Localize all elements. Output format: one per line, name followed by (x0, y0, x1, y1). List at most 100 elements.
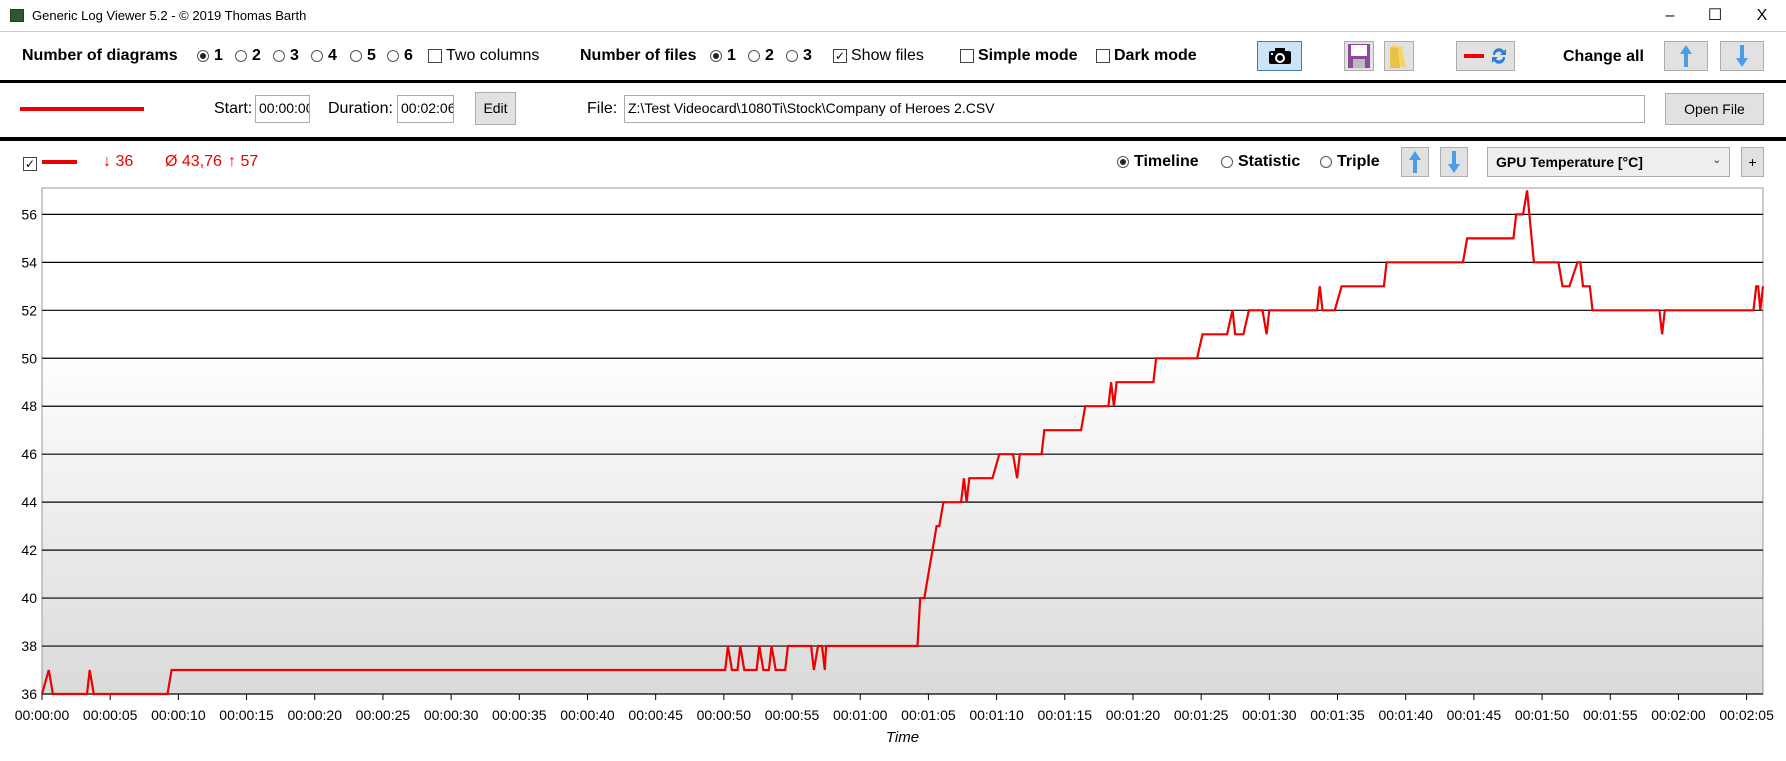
checkbox-box[interactable] (428, 48, 442, 63)
y-tick-label: 40 (21, 590, 37, 606)
x-tick-label: 00:01:15 (1038, 707, 1093, 723)
number-of-files-label: Number of files (580, 47, 697, 64)
diagram-visible-checkbox[interactable]: ✓ (23, 155, 41, 173)
maximize-button[interactable]: ☐ (1700, 4, 1730, 28)
x-tick-label: 00:00:50 (697, 707, 752, 723)
radio-button[interactable] (311, 49, 323, 62)
sensor-value: GPU Temperature [°C] (1496, 154, 1643, 170)
radio-button[interactable] (1221, 155, 1233, 168)
x-tick-label: 00:01:55 (1583, 707, 1638, 723)
diagrams-radio-1[interactable]: 1 (197, 46, 223, 66)
x-tick-label: 00:00:30 (424, 707, 479, 723)
radio-label: 6 (404, 47, 413, 64)
checkbox-box[interactable] (960, 48, 974, 63)
y-tick-label: 52 (21, 302, 37, 318)
folder-icon (1390, 45, 1406, 68)
checkbox-box[interactable]: ✓ (23, 156, 37, 171)
add-diagram-button[interactable]: + (1741, 147, 1764, 177)
x-tick-label: 00:01:25 (1174, 707, 1229, 723)
duration-input[interactable]: 00:02:06 (397, 95, 454, 123)
floppy-disk-icon (1348, 44, 1370, 68)
dark-mode-checkbox[interactable]: Dark mode (1096, 46, 1197, 66)
close-button[interactable]: X (1747, 4, 1777, 28)
x-tick-label: 00:00:05 (83, 707, 138, 723)
arrow-down-icon (1736, 45, 1748, 67)
line-chart: 36 38 40 42 44 46 48 50 52 54 56 00:00:00 00:00:05 00… (15, 187, 1774, 746)
radio-button[interactable] (235, 49, 247, 62)
two-columns-checkbox[interactable]: Two columns (428, 46, 539, 66)
window-title: Generic Log Viewer 5.2 - © 2019 Thomas B… (32, 8, 307, 23)
diagrams-radio-3[interactable]: 3 (273, 46, 299, 66)
open-file-button[interactable]: Open File (1665, 93, 1764, 125)
x-tick-label: 00:01:40 (1378, 707, 1433, 723)
radio-button[interactable] (1320, 155, 1332, 168)
edit-button[interactable]: Edit (475, 92, 516, 125)
two-columns-label: Two columns (446, 47, 540, 64)
x-tick-label: 00:01:10 (969, 707, 1024, 723)
save-button[interactable] (1344, 41, 1374, 71)
mode-radio-timeline[interactable]: Timeline (1117, 152, 1199, 172)
x-tick-label: 00:00:55 (765, 707, 820, 723)
diagrams-radio-5[interactable]: 5 (350, 46, 376, 66)
checkbox-box[interactable] (1096, 48, 1110, 63)
series-line-color[interactable] (42, 160, 77, 164)
x-tick-label: 00:00:15 (219, 707, 274, 723)
app-icon (10, 9, 24, 22)
radio-label: 1 (214, 47, 223, 64)
screenshot-button[interactable] (1257, 41, 1302, 71)
diagrams-radio-6[interactable]: 6 (387, 46, 413, 66)
radio-label: Timeline (1134, 153, 1199, 170)
radio-label: 1 (727, 47, 736, 64)
radio-button[interactable] (786, 49, 798, 62)
radio-button[interactable] (1117, 155, 1129, 168)
start-label: Start: (214, 100, 253, 117)
sensor-select[interactable]: GPU Temperature [°C] ⌄ (1487, 147, 1730, 177)
x-tick-label: 00:01:45 (1447, 707, 1502, 723)
min-value: ↓ 36 (103, 153, 134, 170)
max-value: ↑ 57 (228, 153, 259, 170)
x-tick-label: 00:02:00 (1651, 707, 1706, 723)
arrow-up-icon (1409, 151, 1421, 173)
files-radio-2[interactable]: 2 (748, 46, 774, 66)
radio-button[interactable] (273, 49, 285, 62)
x-tick-label: 00:02:05 (1719, 707, 1774, 723)
radio-button[interactable] (350, 49, 362, 62)
divider (0, 137, 1786, 141)
change-all-up-button[interactable] (1664, 41, 1708, 71)
checkbox-box[interactable]: ✓ (833, 48, 847, 63)
diagram-up-button[interactable] (1401, 147, 1429, 177)
diagrams-radio-2[interactable]: 2 (235, 46, 261, 66)
radio-button[interactable] (748, 49, 760, 62)
file-label: File: (587, 100, 618, 117)
x-tick-label: 00:01:05 (901, 707, 956, 723)
chevron-down-icon: ⌄ (1712, 155, 1721, 166)
files-radio-1[interactable]: 1 (710, 46, 736, 66)
file-path-input[interactable]: Z:\Test Videocard\1080Ti\Stock\Company o… (624, 95, 1645, 123)
radio-label: 5 (367, 47, 376, 64)
mode-radio-statistic[interactable]: Statistic (1221, 152, 1300, 172)
x-tick-label: 00:01:30 (1242, 707, 1297, 723)
open-folder-button[interactable] (1384, 41, 1414, 71)
diagram-down-button[interactable] (1440, 147, 1468, 177)
simple-mode-checkbox[interactable]: Simple mode (960, 46, 1078, 66)
radio-button[interactable] (197, 49, 209, 62)
start-input[interactable]: 00:00:00 (255, 95, 310, 123)
number-of-diagrams-label: Number of diagrams (22, 47, 178, 64)
x-axis-label: Time (886, 729, 919, 746)
minimize-button[interactable]: – (1655, 4, 1685, 28)
radio-button[interactable] (387, 49, 399, 62)
radio-button[interactable] (710, 49, 722, 62)
x-tick-label: 00:01:35 (1310, 707, 1365, 723)
files-radio-3[interactable]: 3 (786, 46, 812, 66)
file-line-color[interactable] (20, 107, 144, 111)
y-tick-label: 38 (21, 638, 37, 654)
radio-label: Statistic (1238, 153, 1301, 170)
mode-radio-triple[interactable]: Triple (1320, 152, 1380, 172)
refresh-icon (1491, 48, 1506, 64)
change-all-down-button[interactable] (1720, 41, 1764, 71)
diagrams-radio-4[interactable]: 4 (311, 46, 337, 66)
change-line-color-button[interactable] (1456, 41, 1515, 71)
show-files-checkbox[interactable]: ✓ Show files (833, 46, 924, 66)
y-tick-label: 46 (21, 446, 37, 462)
red-line-icon (1463, 54, 1484, 58)
